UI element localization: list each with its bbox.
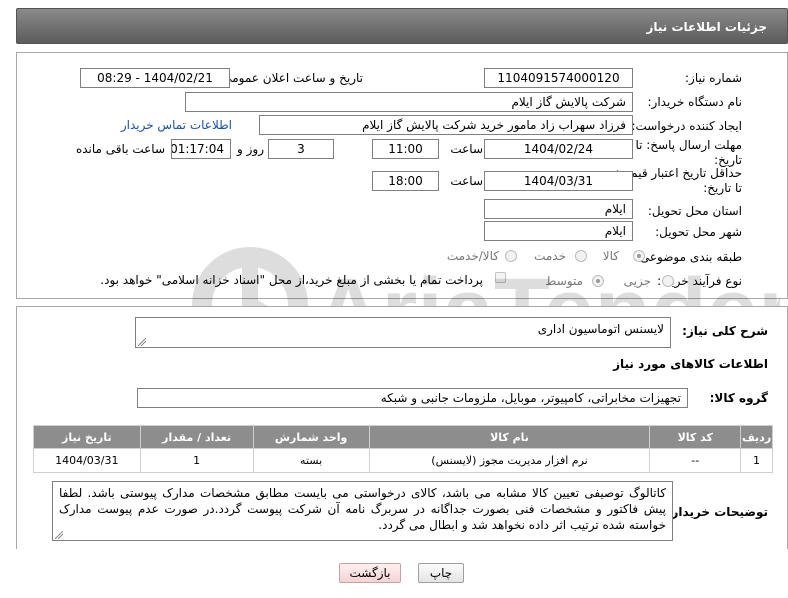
goods-group-field[interactable]: تجهیزات مخابراتی، کامپیوتر، موبایل، ملزو…	[137, 388, 688, 408]
cell-row-number: 1	[740, 448, 773, 473]
price-validity-label-line2: تا تاریخ:	[703, 181, 742, 195]
category-radio-goods[interactable]	[633, 250, 645, 262]
category-radio-service[interactable]	[575, 250, 587, 262]
general-description-text: لایسنس اتوماسیون اداری	[537, 322, 664, 336]
items-table: ردیف کد کالا نام کالا واحد شمارش تعداد /…	[33, 425, 773, 473]
category-option-goods-service: کالا/خدمت	[446, 249, 499, 263]
reply-days-field[interactable]: 3	[268, 139, 334, 159]
price-validity-time-label: ساعت	[450, 174, 483, 188]
buyer-org-field[interactable]: شرکت پالایش گاز ایلام	[185, 92, 633, 112]
general-description-textarea[interactable]: لایسنس اتوماسیون اداری	[135, 317, 671, 348]
general-description-label: شرح کلی نیاز:	[682, 324, 768, 338]
treasury-payment-note: پرداخت تمام یا بخشی از مبلغ خرید،از محل …	[100, 273, 483, 287]
back-button[interactable]: بازگشت	[339, 563, 401, 583]
buyer-contact-link[interactable]: اطلاعات تماس خریدار	[121, 118, 232, 132]
col-quantity: تعداد / مقدار	[139, 425, 254, 449]
table-row[interactable]: 1 -- نرم افزار مدیریت مجوز (لایسنس) بسته…	[33, 448, 773, 473]
process-option-medium: متوسط	[545, 274, 583, 288]
reply-deadline-label-line2: تاریخ:	[714, 153, 742, 167]
items-table-header: ردیف کد کالا نام کالا واحد شمارش تعداد /…	[33, 425, 773, 449]
delivery-province-field[interactable]: ایلام	[484, 199, 633, 219]
price-validity-date-field[interactable]: 1404/03/31	[484, 171, 633, 191]
requester-label: ایجاد کننده درخواست:	[631, 119, 742, 133]
reply-deadline-label-line1: مهلت ارسال پاسخ: تا	[635, 138, 742, 152]
cell-quantity: 1	[139, 448, 254, 473]
category-option-service: خدمت	[534, 249, 566, 263]
print-button[interactable]: چاپ	[418, 563, 464, 583]
page-title: جزئیات اطلاعات نیاز	[646, 20, 767, 34]
reply-days-label: روز و	[237, 142, 264, 156]
buyer-notes-text: کاتالوگ توصیفی تعیین کالا مشابه می باشد،…	[59, 486, 666, 532]
process-radio-medium[interactable]	[592, 275, 604, 287]
delivery-city-field[interactable]: ایلام	[484, 221, 633, 241]
category-option-goods: کالا	[602, 249, 619, 263]
buyer-org-label: نام دستگاه خریدار:	[647, 95, 743, 109]
reply-deadline-time-label: ساعت	[450, 142, 483, 156]
process-radio-minor[interactable]	[662, 275, 674, 287]
resize-grip-icon[interactable]	[55, 531, 63, 539]
page-header: جزئیات اطلاعات نیاز	[16, 8, 788, 44]
price-validity-label-line1: حداقل تاریخ اعتبار قیمت:	[615, 166, 742, 180]
announce-datetime-field[interactable]: 1404/02/21 - 08:29	[80, 68, 230, 88]
cell-unit: بسته	[252, 448, 370, 473]
buyer-notes-label: توضیحات خریدار:	[666, 505, 768, 519]
delivery-province-label: استان محل تحویل:	[647, 204, 742, 218]
col-item-name: نام کالا	[368, 425, 651, 449]
price-validity-time-field[interactable]: 18:00	[372, 171, 439, 191]
col-row-number: ردیف	[740, 425, 773, 449]
reply-remaining-field[interactable]: 01:17:04	[171, 139, 231, 159]
need-number-label: شماره نیاز:	[685, 71, 742, 85]
cell-need-date: 1404/03/31	[33, 448, 141, 473]
goods-group-label: گروه کالا:	[709, 391, 768, 405]
cell-item-code: --	[649, 448, 742, 473]
category-radio-goods-service[interactable]	[505, 250, 517, 262]
reply-deadline-time-field[interactable]: 11:00	[372, 139, 439, 159]
requester-field[interactable]: فرزاد سهراب زاد مامور خرید شرکت پالایش گ…	[259, 115, 633, 135]
delivery-city-label: شهر محل تحویل:	[655, 225, 742, 239]
buyer-notes-textarea[interactable]: کاتالوگ توصیفی تعیین کالا مشابه می باشد،…	[52, 481, 673, 541]
reply-deadline-date-field[interactable]: 1404/02/24	[484, 139, 633, 159]
resize-grip-icon[interactable]	[138, 338, 146, 346]
category-label: طبقه بندی موضوعی:	[635, 250, 742, 264]
cell-item-name: نرم افزار مدیریت مجوز (لایسنس)	[368, 448, 651, 473]
col-item-code: کد کالا	[649, 425, 742, 449]
goods-info-title: اطلاعات کالاهای مورد نیاز	[613, 357, 768, 371]
col-need-date: تاریخ نیاز	[33, 425, 141, 449]
col-unit: واحد شمارش	[252, 425, 370, 449]
announce-datetime-label: تاریخ و ساعت اعلان عمومی:	[218, 71, 363, 85]
process-option-minor: جزیی	[623, 274, 651, 288]
reply-remaining-label: ساعت باقی مانده	[75, 142, 165, 156]
need-number-field[interactable]: 1104091574000120	[484, 68, 633, 88]
treasury-payment-checkbox[interactable]	[495, 272, 506, 283]
